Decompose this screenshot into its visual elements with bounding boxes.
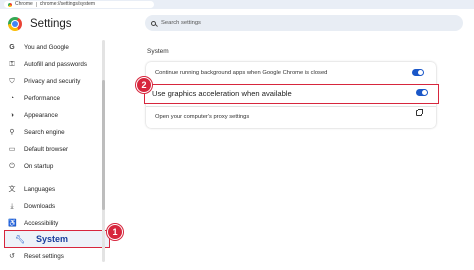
sidebar-item-label: On startup <box>24 163 54 170</box>
chrome-logo-icon <box>8 17 22 31</box>
sidebar-item-label: Default browser <box>24 146 69 153</box>
annotation-badge-2: 2 <box>136 77 152 93</box>
sidebar-item-on-startup[interactable]: ⏻ On startup <box>8 160 53 173</box>
accessibility-icon: ♿ <box>8 219 17 227</box>
sidebar-item-languages[interactable]: 文 Languages <box>8 183 56 196</box>
background-apps-toggle[interactable] <box>412 69 424 76</box>
sidebar-item-accessibility[interactable]: ♿ Accessibility <box>8 217 58 230</box>
sidebar-item-default-browser[interactable]: ▭ Default browser <box>8 143 68 156</box>
page-title: Settings <box>30 18 72 30</box>
google-g-icon: G <box>9 43 15 51</box>
browser-icon: ▭ <box>8 145 16 153</box>
search-placeholder: Search settings <box>161 20 201 26</box>
setting-row-background-apps[interactable]: Continue running background apps when Go… <box>146 62 436 84</box>
sidebar-item-label: Privacy and security <box>24 78 81 85</box>
sidebar-item-autofill[interactable]: ⚿ Autofill and passwords <box>8 58 87 71</box>
sidebar-item-search-engine[interactable]: ⚲ Search engine <box>8 126 65 139</box>
power-icon: ⏻ <box>9 162 15 170</box>
url-text: chrome://settings/system <box>39 1 96 7</box>
search-input[interactable]: Search settings <box>145 15 463 31</box>
external-link-icon[interactable] <box>416 109 423 116</box>
search-icon <box>151 20 156 26</box>
sidebar-scrollbar[interactable] <box>102 40 105 262</box>
sidebar-item-appearance[interactable]: ◑ Appearance <box>8 109 58 122</box>
sidebar-item-label: Appearance <box>24 112 58 119</box>
scrollbar-thumb[interactable] <box>102 80 105 210</box>
sidebar-item-label: Search engine <box>24 129 65 136</box>
setting-label: Open your computer's proxy settings <box>155 114 250 120</box>
url-separator <box>35 2 37 7</box>
search-icon: ⚲ <box>9 128 15 136</box>
translate-icon: 文 <box>8 185 16 193</box>
setting-label-graphics-acceleration: Use graphics acceleration when available <box>152 89 292 98</box>
sidebar-item-downloads[interactable]: ⤓ Downloads <box>8 200 55 213</box>
sidebar-item-label: Performance <box>24 95 61 102</box>
sidebar-item-label: Languages <box>24 186 56 193</box>
graphics-acceleration-toggle[interactable] <box>416 89 428 96</box>
sidebar-item-label: Downloads <box>24 203 56 210</box>
sidebar-item-reset-settings[interactable]: ↺ Reset settings <box>8 250 64 263</box>
sidebar-item-you-and-google[interactable]: G You and Google <box>8 41 69 54</box>
url-tab-label: Chrome <box>15 1 33 7</box>
sidebar-item-label: Reset settings <box>24 253 64 260</box>
shield-icon: ⛉ <box>9 77 15 85</box>
sidebar-item-label-system: System <box>36 234 69 244</box>
palette-icon: ◑ <box>9 111 15 119</box>
url-chip[interactable]: Chrome chrome://settings/system <box>4 1 154 8</box>
section-title: System <box>147 48 169 55</box>
sidebar-item-performance[interactable]: ◔ Performance <box>8 92 60 105</box>
key-icon: ⚿ <box>9 60 15 68</box>
speedometer-icon: ◔ <box>9 94 15 102</box>
setting-row-proxy[interactable]: Open your computer's proxy settings <box>146 106 436 128</box>
wrench-icon: 🔧︎ <box>15 235 26 244</box>
annotation-badge-1: 1 <box>107 224 123 240</box>
sidebar-item-label: Autofill and passwords <box>24 61 88 68</box>
setting-label: Continue running background apps when Go… <box>155 70 328 76</box>
chrome-icon <box>8 2 12 7</box>
reset-icon: ↺ <box>9 252 15 260</box>
download-icon: ⤓ <box>10 202 14 210</box>
sidebar-item-label: Accessibility <box>24 220 59 227</box>
address-bar[interactable]: Chrome chrome://settings/system <box>0 0 474 9</box>
sidebar-item-privacy[interactable]: ⛉ Privacy and security <box>8 75 80 88</box>
sidebar-item-label: You and Google <box>24 44 69 51</box>
